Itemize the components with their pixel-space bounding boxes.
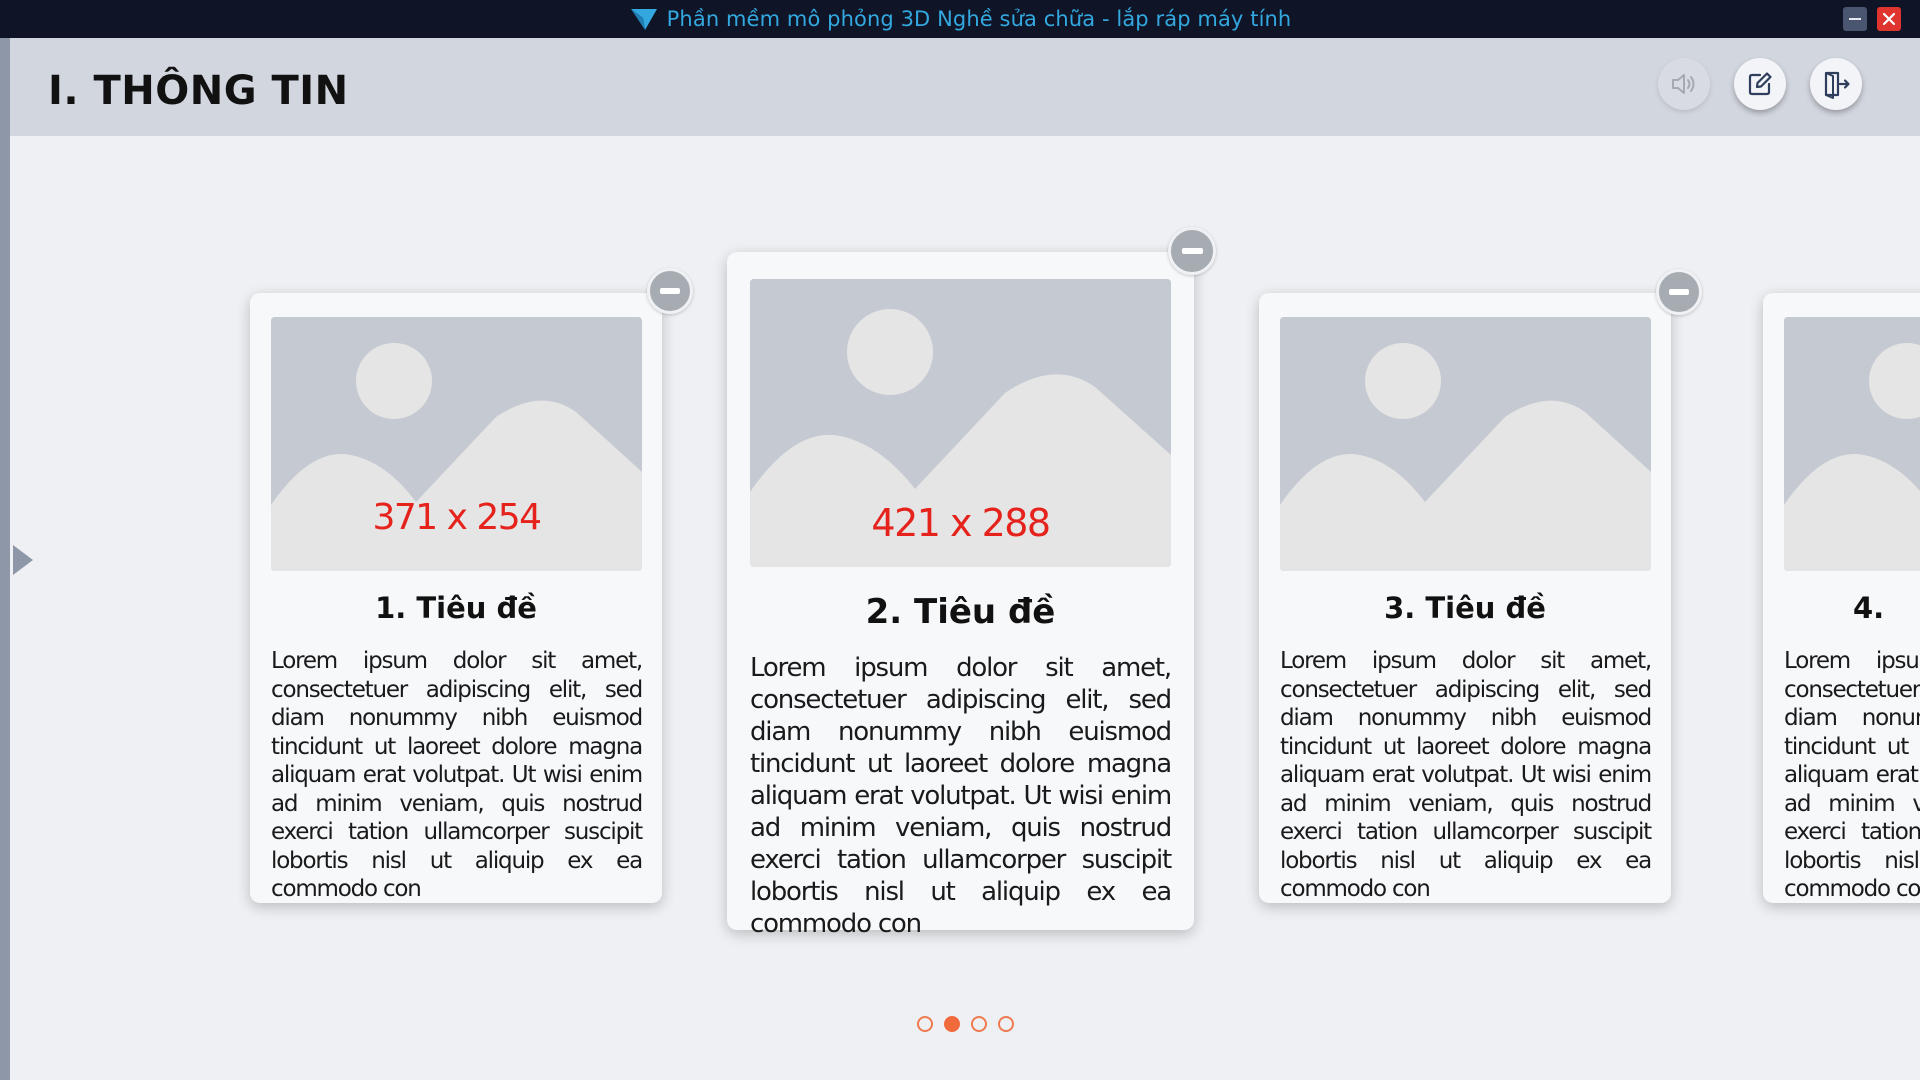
content-area: 371 x 254 1. Tiêu đề Lorem ipsum dolor s…: [10, 136, 1920, 1080]
window-title: Phần mềm mô phỏng 3D Nghề sửa chữa - lắp…: [666, 7, 1292, 31]
card-title: 1. Tiêu đề: [375, 591, 537, 625]
card-text: Lorem ipsum dolor sit amet, consectetuer…: [750, 653, 1172, 939]
minus-icon: [660, 288, 680, 294]
info-card-3[interactable]: 3. Tiêu đề Lorem ipsum dolor sit amet, c…: [1259, 269, 1702, 903]
remove-card-button[interactable]: [647, 268, 693, 314]
card-title: 4.: [1853, 591, 1885, 625]
edit-button[interactable]: [1734, 58, 1786, 110]
edit-icon: [1748, 72, 1772, 96]
carousel-pagination: [10, 1016, 1920, 1032]
image-dimension-label: 421 x 288: [871, 501, 1051, 545]
image-placeholder-icon: [1784, 317, 1920, 571]
remove-card-button[interactable]: [1168, 227, 1216, 275]
close-icon: [1882, 12, 1896, 26]
info-card-1[interactable]: 371 x 254 1. Tiêu đề Lorem ipsum dolor s…: [250, 268, 693, 903]
card-title: 2. Tiêu đề: [865, 592, 1056, 632]
image-placeholder-icon: 421 x 288: [750, 279, 1171, 567]
card-text: Lorem ipsum dolor sit amet, consectetuer…: [1784, 648, 1920, 902]
minimize-button[interactable]: [1843, 7, 1867, 31]
page-dot-2[interactable]: [943, 1016, 960, 1032]
close-button[interactable]: [1877, 7, 1901, 31]
page-dot-1[interactable]: [916, 1016, 933, 1032]
image-dimension-label: 371 x 254: [372, 497, 542, 538]
page-dot-4[interactable]: [997, 1016, 1014, 1032]
remove-card-button[interactable]: [1656, 269, 1702, 315]
app-logo-icon: [629, 6, 659, 32]
sound-button[interactable]: [1658, 58, 1710, 110]
minimize-icon: [1849, 18, 1861, 20]
window-title-group: Phần mềm mô phỏng 3D Nghề sửa chữa - lắp…: [0, 0, 1920, 38]
image-placeholder-icon: 371 x 254: [271, 317, 642, 571]
info-card-4[interactable]: 4. Lorem ipsum dolor sit amet, consectet…: [1763, 293, 1920, 903]
exit-door-icon: [1824, 71, 1850, 99]
minus-icon: [1181, 248, 1203, 254]
triangle-left-arrow-icon[interactable]: [13, 545, 33, 575]
page-title: I. THÔNG TIN: [48, 68, 349, 114]
card-text: Lorem ipsum dolor sit amet, consectetuer…: [1280, 648, 1652, 902]
minus-icon: [1669, 289, 1689, 295]
card-title: 3. Tiêu đề: [1384, 591, 1546, 625]
speaker-icon: [1672, 74, 1695, 94]
image-placeholder-icon: [1280, 317, 1651, 571]
page-header: I. THÔNG TIN: [10, 38, 1920, 136]
window-titlebar: Phần mềm mô phỏng 3D Nghề sửa chữa - lắp…: [0, 0, 1920, 38]
exit-button[interactable]: [1810, 58, 1862, 110]
card-text: Lorem ipsum dolor sit amet, consectetuer…: [271, 648, 643, 902]
page-dot-3[interactable]: [970, 1016, 987, 1032]
left-edge-strip: [0, 38, 10, 1080]
info-card-2[interactable]: 421 x 288 2. Tiêu đề Lorem ipsum dolor s…: [727, 227, 1216, 939]
